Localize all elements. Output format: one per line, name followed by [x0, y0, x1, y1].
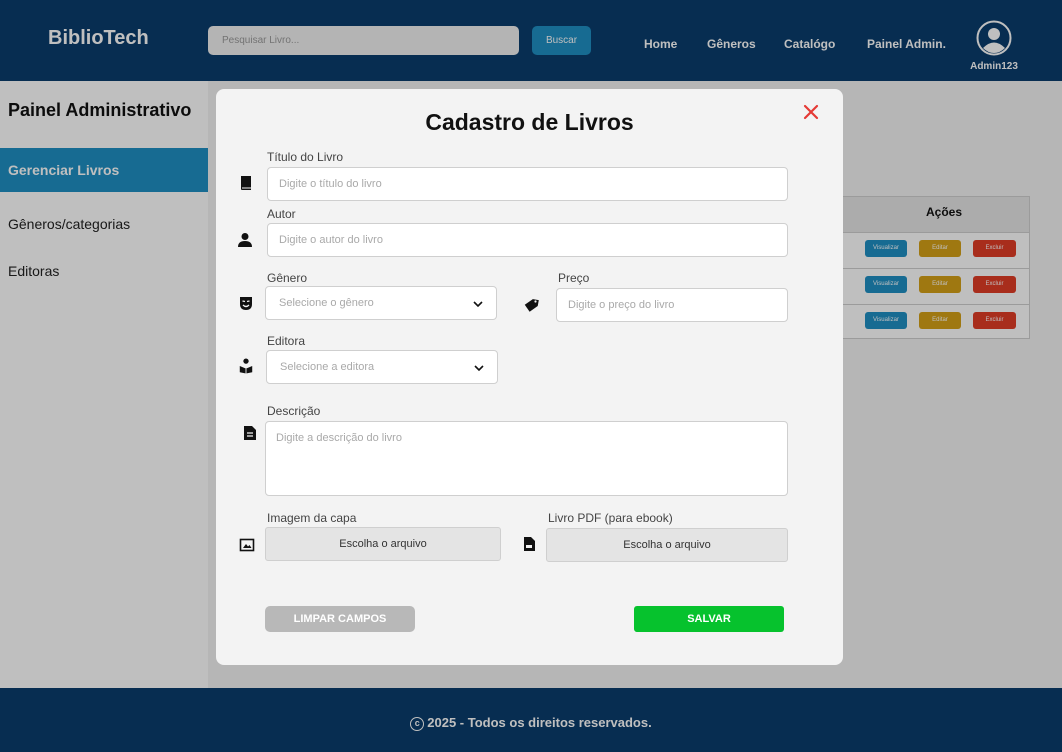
clear-fields-button[interactable]: LIMPAR CAMPOS: [265, 606, 415, 632]
chevron-down-icon: [474, 365, 484, 372]
title-input[interactable]: [267, 167, 788, 201]
theater-mask-icon: [240, 297, 252, 310]
description-textarea[interactable]: [265, 421, 788, 496]
title-label: Título do Livro: [267, 150, 344, 164]
price-label: Preço: [558, 271, 590, 285]
chevron-down-icon: [473, 301, 483, 308]
cover-image-label: Imagem da capa: [267, 511, 357, 525]
author-input[interactable]: [267, 223, 788, 257]
publisher-select[interactable]: Selecione a editora: [266, 350, 498, 384]
pdf-file-icon: [524, 537, 535, 551]
author-label: Autor: [267, 207, 296, 221]
pdf-file-button[interactable]: Escolha o arquivo: [546, 528, 788, 562]
book-register-modal: Cadastro de Livros Título do Livro Autor…: [216, 89, 843, 665]
document-icon: [244, 426, 256, 440]
reader-icon: [239, 358, 253, 374]
publisher-label: Editora: [267, 334, 306, 348]
price-tag-icon: [524, 299, 539, 312]
save-button[interactable]: SALVAR: [634, 606, 784, 632]
close-icon[interactable]: [802, 103, 820, 121]
modal-title: Cadastro de Livros: [425, 109, 634, 135]
cover-image-file-button[interactable]: Escolha o arquivo: [265, 527, 501, 561]
person-icon: [238, 233, 252, 247]
genre-select-value: Selecione o gênero: [279, 297, 374, 309]
genre-select[interactable]: Selecione o gênero: [265, 286, 497, 320]
description-label: Descrição: [267, 404, 321, 418]
book-icon: [241, 176, 251, 190]
pdf-label: Livro PDF (para ebook): [548, 511, 673, 525]
image-icon: [239, 538, 255, 552]
genre-label: Gênero: [267, 271, 308, 285]
publisher-select-value: Selecione a editora: [280, 361, 375, 373]
price-input[interactable]: [556, 288, 788, 322]
